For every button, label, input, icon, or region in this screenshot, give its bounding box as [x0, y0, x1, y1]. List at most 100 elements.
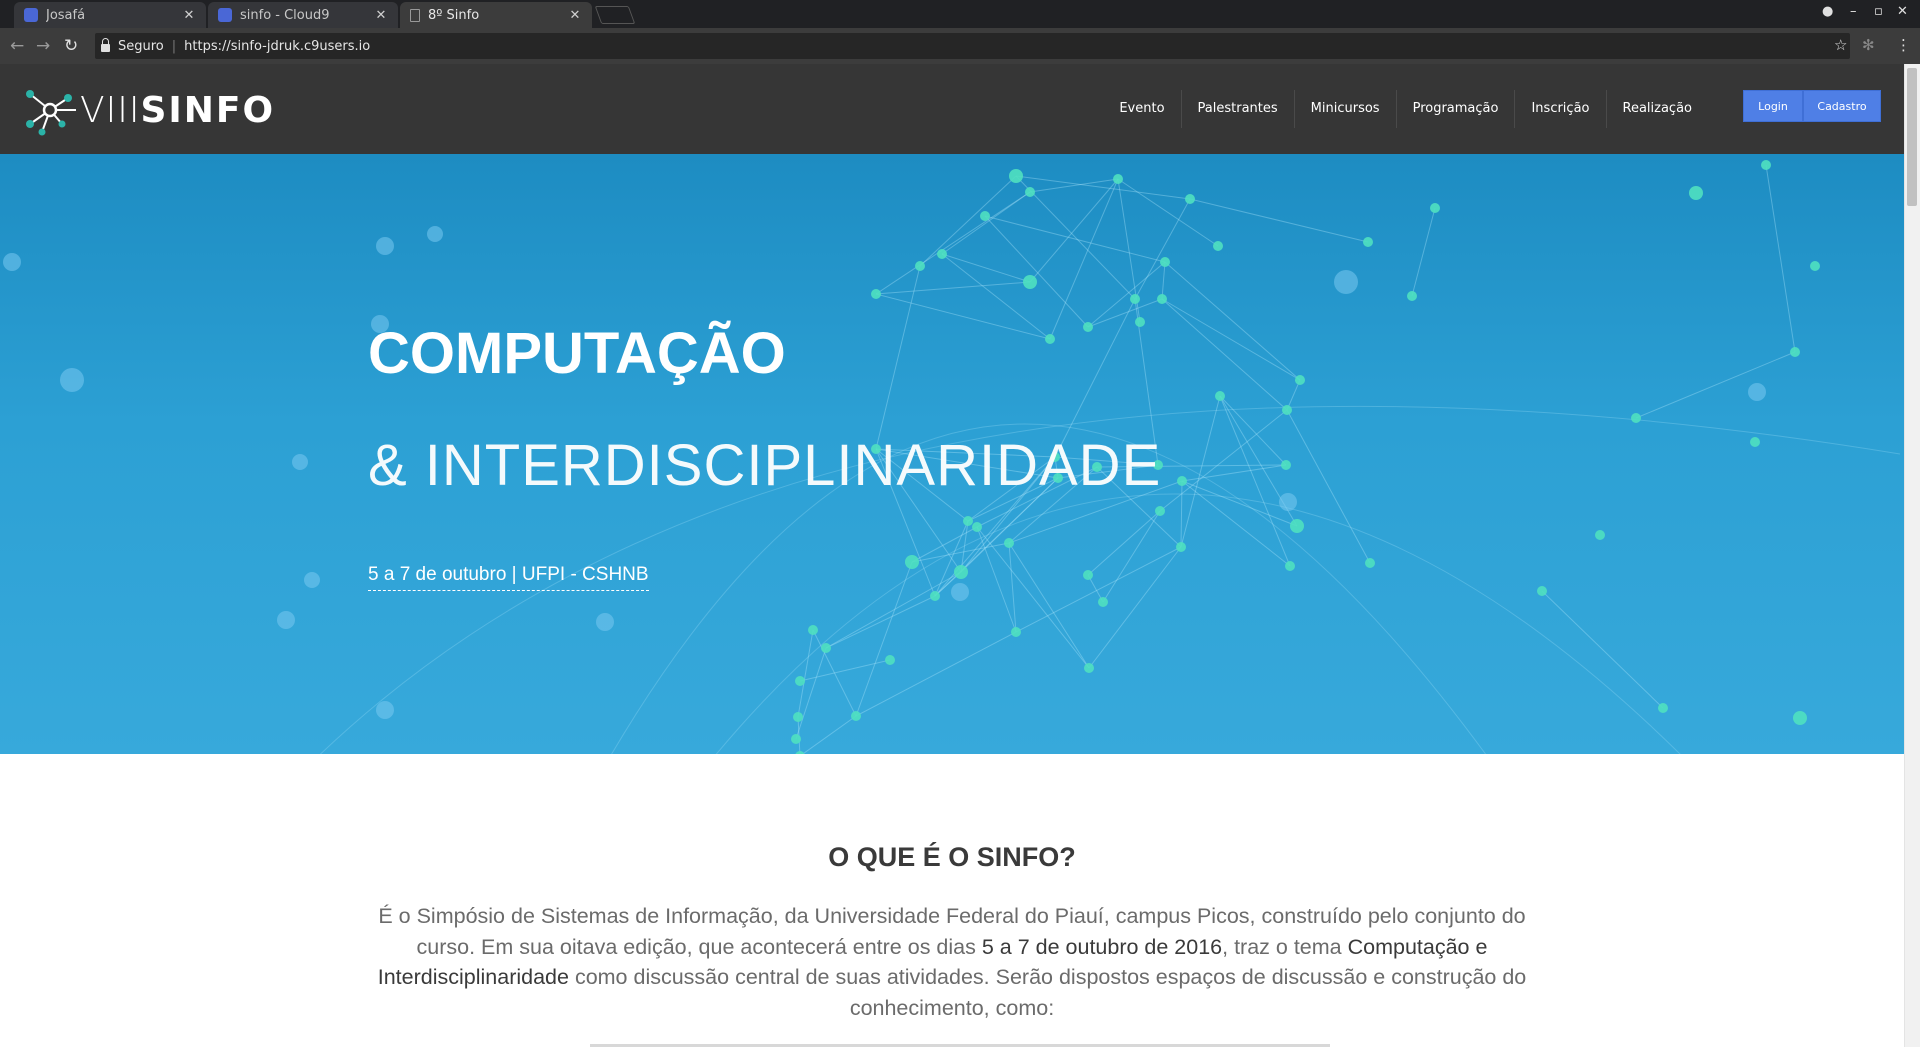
- reload-icon[interactable]: ↻: [64, 36, 78, 56]
- network-node: [1281, 460, 1291, 470]
- secure-label: Seguro: [118, 38, 164, 54]
- network-link: [1161, 298, 1301, 381]
- cloud9-icon: [218, 8, 232, 22]
- network-node: [871, 289, 881, 299]
- hero-title: COMPUTAÇÃO: [368, 321, 786, 386]
- network-node: [972, 522, 982, 532]
- network-link: [1008, 542, 1090, 669]
- new-tab-button[interactable]: [594, 6, 636, 24]
- browser-tab-bar: Josafá ✕ sinfo - Cloud9 ✕ 8º Sinfo ✕ ● –…: [0, 0, 1920, 28]
- network-link: [976, 526, 1090, 669]
- bokeh-node: [3, 253, 21, 271]
- network-node: [1790, 347, 1800, 357]
- nav-minicursos[interactable]: Minicursos: [1293, 90, 1396, 128]
- network-node: [1631, 413, 1641, 423]
- network-node: [1083, 322, 1093, 332]
- network-node: [791, 734, 801, 744]
- hero-banner: COMPUTAÇÃO & INTERDISCIPLINARIDADE 5 a 7…: [0, 154, 1904, 754]
- network-node: [1793, 711, 1807, 725]
- network-link: [1117, 178, 1219, 247]
- bookmark-star-icon[interactable]: ☆: [1834, 36, 1847, 54]
- tab-label: sinfo - Cloud9: [240, 7, 330, 23]
- url-text[interactable]: https://sinfo-jdruk.c9users.io: [184, 39, 370, 54]
- network-node: [885, 655, 895, 665]
- network-node: [795, 676, 805, 686]
- network-link: [1029, 178, 1119, 193]
- site-logo[interactable]: VIII SINFO: [22, 84, 275, 136]
- network-link: [1161, 298, 1288, 411]
- about-text-part: , traz o tema: [1222, 934, 1348, 959]
- forward-icon[interactable]: →: [36, 36, 50, 56]
- network-node: [1689, 186, 1703, 200]
- close-icon[interactable]: ✕: [568, 8, 582, 23]
- auth-buttons: Login Cadastro: [1743, 90, 1881, 122]
- network-link: [1765, 164, 1796, 353]
- minimize-icon[interactable]: –: [1850, 4, 1857, 19]
- browser-tab-sinfo[interactable]: 8º Sinfo ✕: [400, 2, 592, 28]
- network-link: [855, 631, 1017, 717]
- network-node: [1009, 169, 1023, 183]
- network-link: [1189, 198, 1369, 243]
- back-icon[interactable]: ←: [10, 36, 24, 56]
- network-node: [1113, 174, 1123, 184]
- network-link: [875, 293, 1051, 340]
- address-bar[interactable]: Seguro | https://sinfo-jdruk.c9users.io: [95, 33, 1850, 59]
- profile-icon[interactable]: ●: [1822, 4, 1833, 19]
- window-close-icon[interactable]: ✕: [1897, 4, 1908, 19]
- network-node: [1595, 530, 1605, 540]
- network-node: [1213, 241, 1223, 251]
- network-node: [1658, 703, 1668, 713]
- close-icon[interactable]: ✕: [374, 8, 388, 23]
- maximize-icon[interactable]: ▫: [1874, 4, 1883, 19]
- menu-dots-icon[interactable]: ⋮: [1896, 36, 1911, 54]
- nav-evento[interactable]: Evento: [1103, 90, 1180, 128]
- page-scrollbar-track[interactable]: [1904, 64, 1920, 1047]
- network-node: [808, 625, 818, 635]
- network-node: [1761, 160, 1771, 170]
- network-node: [1282, 405, 1292, 415]
- network-link: [1411, 207, 1436, 297]
- network-node: [1157, 294, 1167, 304]
- event-date-location[interactable]: 5 a 7 de outubro | UFPI - CSHNB: [368, 564, 649, 591]
- network-link: [1049, 178, 1119, 340]
- network-node: [1407, 291, 1417, 301]
- bokeh-node: [596, 613, 614, 631]
- browser-tab-josafa[interactable]: Josafá ✕: [14, 2, 206, 28]
- network-link: [799, 659, 891, 682]
- network-link: [1180, 480, 1183, 548]
- network-node: [1537, 586, 1547, 596]
- close-icon[interactable]: ✕: [182, 8, 196, 23]
- bokeh-node: [1334, 270, 1358, 294]
- network-link: [1161, 261, 1166, 300]
- browser-tab-cloud9[interactable]: sinfo - Cloud9 ✕: [208, 2, 398, 28]
- network-link: [1015, 175, 1191, 200]
- network-link: [911, 542, 1010, 563]
- network-node: [954, 565, 968, 579]
- signup-button[interactable]: Cadastro: [1803, 90, 1881, 122]
- network-node: [1135, 317, 1145, 327]
- bokeh-node: [277, 611, 295, 629]
- about-title: O QUE É O SINFO?: [828, 842, 1076, 872]
- login-button[interactable]: Login: [1743, 90, 1803, 122]
- network-node: [1177, 476, 1187, 486]
- extension-icon[interactable]: ✻: [1862, 36, 1875, 54]
- bokeh-node: [427, 226, 443, 242]
- nav-palestrantes[interactable]: Palestrantes: [1180, 90, 1294, 128]
- network-link: [1159, 409, 1288, 512]
- about-date-highlight: 5 a 7 de outubro de 2016: [981, 934, 1223, 959]
- page-scrollbar-thumb[interactable]: [1907, 68, 1917, 206]
- network-node: [793, 712, 803, 722]
- network-link: [1102, 510, 1161, 603]
- network-link: [1286, 409, 1371, 564]
- lock-icon: [101, 38, 110, 52]
- bokeh-node: [292, 454, 308, 470]
- network-link: [1087, 298, 1163, 328]
- nav-inscricao[interactable]: Inscrição: [1514, 90, 1605, 128]
- bokeh-node: [304, 572, 320, 588]
- network-link: [825, 595, 936, 649]
- site-header: VIII SINFO Evento Palestrantes Minicurso…: [0, 64, 1904, 154]
- nav-programacao[interactable]: Programação: [1395, 90, 1515, 128]
- network-link: [1219, 395, 1291, 567]
- network-link: [1219, 395, 1287, 466]
- nav-realizacao[interactable]: Realização: [1605, 90, 1709, 128]
